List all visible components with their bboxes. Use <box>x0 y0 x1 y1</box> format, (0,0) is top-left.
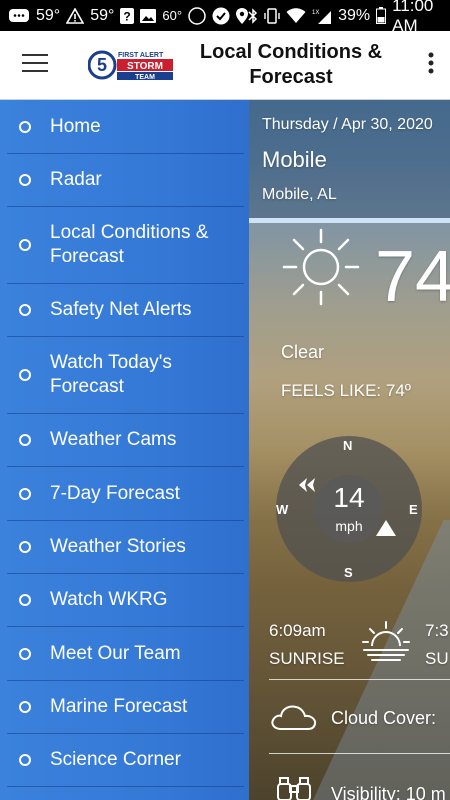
drawer-item-label: Home <box>50 116 101 137</box>
weather-panel: Thursday / Apr 30, 2020 Mobile Mobile, A… <box>249 100 450 800</box>
radio-bullet-icon <box>19 174 31 186</box>
drawer-item-watch-wkrg[interactable]: Watch WKRG <box>7 574 244 627</box>
drawer-item-label: Watch WKRG <box>50 589 168 610</box>
status-temp-2: 59° <box>90 6 115 24</box>
drawer-item-weather-cams[interactable]: Weather Cams <box>7 414 244 467</box>
sunrise-label: SUNRISE <box>269 649 345 668</box>
drawer-item-label: Weather Cams <box>50 429 177 450</box>
visibility: Visibility: 10 m <box>331 784 446 800</box>
condition: Clear <box>281 342 325 362</box>
binoculars-icon <box>276 776 312 800</box>
logo-text-bot: TEAM <box>135 74 155 81</box>
page-title: Local Conditions & Forecast <box>199 41 383 88</box>
compass-north: N <box>343 438 353 453</box>
compass-south: S <box>344 565 353 580</box>
bluetooth-icon <box>248 7 258 24</box>
image-icon <box>140 8 157 24</box>
drawer-item-label: Science Corner <box>50 749 181 770</box>
notification-count-icon <box>188 6 206 25</box>
drawer-item-label: Weather Stories <box>50 536 186 557</box>
logo-text-mid: STORM <box>127 61 163 72</box>
radio-bullet-icon <box>19 434 31 446</box>
vibrate-icon <box>264 7 280 24</box>
station-logo: 5 FIRST ALERT STORM TEAM <box>88 48 174 82</box>
sun-icon <box>282 228 360 311</box>
drawer-item-7-day-forecast[interactable]: 7-Day Forecast <box>7 467 244 521</box>
svg-text:?: ? <box>124 9 131 23</box>
drawer-item-label: Meet Our Team <box>50 642 181 664</box>
drawer-item-label: Local Conditions & Forecast <box>50 222 209 267</box>
radio-bullet-icon <box>19 121 31 133</box>
drawer-item-label: Marine Forecast <box>50 696 188 717</box>
status-temp-3: 60° <box>162 8 183 23</box>
chat-icon <box>8 8 30 24</box>
radio-bullet-icon <box>19 647 31 660</box>
drawer-item-home[interactable]: Home <box>7 101 244 154</box>
radio-bullet-icon <box>19 594 31 606</box>
cell-signal-icon: 1X <box>312 8 332 24</box>
drawer-item-safety-net-alerts[interactable]: Safety Net Alerts <box>7 284 244 337</box>
navigation-drawer: Home Radar Local Conditions & Forecast S… <box>0 100 249 800</box>
radio-bullet-icon <box>19 304 31 316</box>
logo-text-top: FIRST ALERT <box>118 52 164 59</box>
location-icon <box>236 7 249 24</box>
sunrise-icon <box>362 620 410 667</box>
temperature: 74 <box>375 237 450 317</box>
wind-speed: 14 <box>333 482 365 513</box>
status-temp-1: 59° <box>36 6 61 24</box>
drawer-item-watch-todays-forecast[interactable]: Watch Today's Forecast <box>7 337 244 414</box>
data-type-label: 1X <box>312 10 319 16</box>
radio-bullet-icon <box>19 701 31 713</box>
logo-number: 5 <box>97 55 107 75</box>
drawer-item-radar[interactable]: Radar <box>7 154 244 207</box>
wind-unit: mph <box>335 518 363 534</box>
radio-bullet-icon <box>19 239 31 251</box>
radio-bullet-icon <box>19 754 31 766</box>
feels-like: FEELS LIKE: 74º <box>281 381 411 400</box>
drawer-item-label: Radar <box>50 169 102 190</box>
drawer-item-marine-forecast[interactable]: Marine Forecast <box>7 681 244 734</box>
wifi-icon <box>286 7 306 24</box>
drawer-item-weather-stories[interactable]: Weather Stories <box>7 521 244 574</box>
drawer-item-label: Watch Today's Forecast <box>50 352 172 397</box>
battery-percent: 39% <box>338 6 371 24</box>
weather-location: Mobile, AL <box>262 186 337 203</box>
radio-bullet-icon <box>19 487 31 500</box>
app-bar: 5 FIRST ALERT STORM TEAM Local Condition… <box>0 31 450 100</box>
radio-bullet-icon <box>19 541 31 553</box>
sunrise-time: 6:09am <box>269 621 326 640</box>
sunset-label: SU <box>425 649 449 668</box>
battery-icon <box>376 7 387 24</box>
cloud-cover: Cloud Cover: <box>331 708 437 728</box>
overflow-menu-button[interactable] <box>412 31 450 100</box>
weather-date: Thursday / Apr 30, 2020 <box>262 116 433 133</box>
cloud-icon <box>269 702 319 737</box>
weather-city: Mobile <box>262 147 327 172</box>
hamburger-icon <box>22 53 48 78</box>
drawer-item-label: Safety Net Alerts <box>50 299 192 320</box>
check-circle-icon <box>212 7 230 25</box>
wind-compass: N S E W 14 mph <box>276 436 422 582</box>
drawer-item-label: 7-Day Forecast <box>50 482 180 504</box>
help-box-icon: ? <box>120 7 135 24</box>
drawer-item-science-corner[interactable]: Science Corner <box>7 734 244 787</box>
menu-button[interactable] <box>0 31 70 100</box>
sunset-time: 7:3 <box>425 621 449 640</box>
drawer-item-local-conditions[interactable]: Local Conditions & Forecast <box>7 207 244 284</box>
status-bar: 59° 59° ? 60° 1X 39% 11:00 AM <box>0 0 450 35</box>
warning-icon <box>66 7 85 24</box>
drawer-item-meet-our-team[interactable]: Meet Our Team <box>7 627 244 681</box>
more-vertical-icon <box>428 52 434 79</box>
radio-bullet-icon <box>19 369 31 381</box>
